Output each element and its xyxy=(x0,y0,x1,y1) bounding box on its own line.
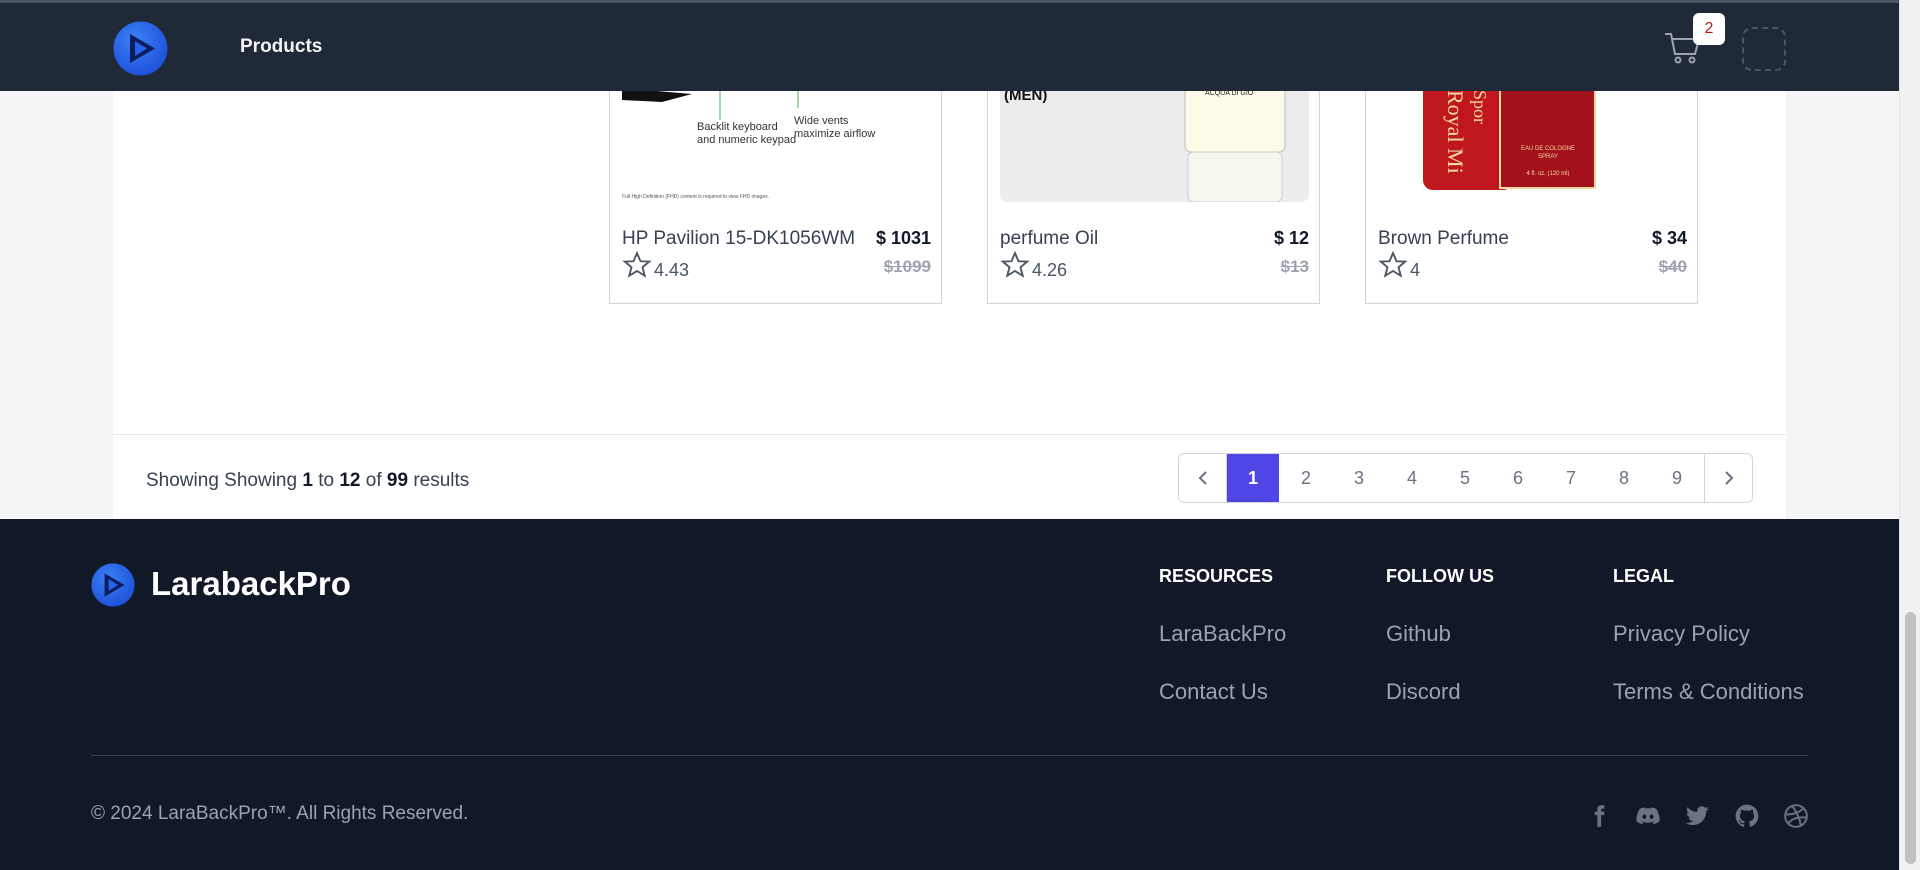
footer-heading: RESOURCES xyxy=(1159,566,1274,586)
scrollbar-thumb[interactable] xyxy=(1905,612,1916,864)
page-button-7[interactable]: 7 xyxy=(1545,454,1598,502)
image-caption: maximize airflow xyxy=(794,128,875,140)
page-scrollbar[interactable] xyxy=(1899,0,1920,870)
product-price: $ 1031 xyxy=(875,228,931,248)
footer-link-larabackpro[interactable]: LaraBackPro xyxy=(1159,621,1286,647)
product-name[interactable]: Brown Perfume xyxy=(1378,228,1509,250)
image-caption: Backlit keyboard xyxy=(697,121,778,133)
product-image: Backlit keyboard and numeric keypad Wide… xyxy=(622,80,931,202)
results-total: 99 xyxy=(386,470,409,491)
product-rating: 4.43 xyxy=(654,260,690,280)
page-button-4[interactable]: 4 xyxy=(1386,454,1439,502)
footer-link-terms[interactable]: Terms & Conditions xyxy=(1613,679,1804,705)
product-rating: 4 xyxy=(1410,260,1421,280)
image-caption: 4 fl. oz. (120 ml) xyxy=(1526,171,1569,177)
dribbble-icon[interactable] xyxy=(1783,803,1809,829)
footer-heading: FOLLOW US xyxy=(1386,566,1494,586)
star-icon xyxy=(1000,250,1030,278)
product-price: $ 12 xyxy=(1273,228,1309,248)
product-image: Royal Mi Spor EAU DE COLOGNE SPRAY 4 fl.… xyxy=(1378,80,1687,202)
page-button-3[interactable]: 3 xyxy=(1333,454,1386,502)
user-menu-button[interactable] xyxy=(1742,27,1786,71)
image-caption: Wide vents xyxy=(794,115,849,127)
product-name[interactable]: perfume Oil xyxy=(1000,228,1098,250)
footer-link-github[interactable]: Github xyxy=(1386,621,1494,647)
chevron-left-icon xyxy=(1198,471,1207,485)
image-caption: SPRAY xyxy=(1538,154,1558,160)
product-old-price: $13 xyxy=(1280,257,1309,276)
results-to-word: to xyxy=(318,470,335,491)
top-navbar: Products 2 xyxy=(0,0,1899,91)
cart-count-badge: 2 xyxy=(1693,13,1725,45)
product-card[interactable]: Backlit keyboard and numeric keypad Wide… xyxy=(609,79,942,304)
footer-heading: LEGAL xyxy=(1613,566,1674,586)
image-caption: Royal Mi xyxy=(1443,90,1468,174)
page-button-9[interactable]: 9 xyxy=(1651,454,1704,502)
copyright-text: © 2024 LaraBackPro™. All Rights Reserved… xyxy=(91,803,469,824)
image-caption: EAU DE COLOGNE xyxy=(1521,146,1575,152)
discord-icon[interactable] xyxy=(1635,803,1661,829)
product-card[interactable]: Royal Mi Spor EAU DE COLOGNE SPRAY 4 fl.… xyxy=(1365,79,1698,304)
product-rating: 4.26 xyxy=(1032,260,1068,280)
product-old-price: $40 xyxy=(1658,257,1687,276)
footer-logo-icon[interactable] xyxy=(91,563,135,607)
page-button-1[interactable]: 1 xyxy=(1227,454,1280,502)
results-summary: Showing Showing 1 to 12 of 99 results xyxy=(146,470,469,492)
footer-column-legal: LEGAL Privacy Policy Terms & Conditions xyxy=(1613,566,1804,705)
image-fine-print: Full High Definition (FHD) content is re… xyxy=(622,194,769,200)
footer-column-resources: RESOURCES LaraBackPro Contact Us xyxy=(1159,566,1286,705)
image-caption: Spor xyxy=(1470,90,1490,124)
page-button-6[interactable]: 6 xyxy=(1492,454,1545,502)
product-card[interactable]: (MEN) ACQUA DI GIO perfume Oil $ 12 $13 … xyxy=(987,79,1320,304)
footer-divider xyxy=(91,755,1808,756)
product-old-price: $1099 xyxy=(883,257,931,276)
github-icon[interactable] xyxy=(1734,803,1760,829)
footer-column-follow-us: FOLLOW US Github Discord xyxy=(1386,566,1494,705)
results-of-word: of xyxy=(365,470,382,491)
product-image: (MEN) ACQUA DI GIO xyxy=(1000,80,1309,202)
star-icon xyxy=(1378,250,1408,278)
image-caption: and numeric keypad xyxy=(697,134,796,146)
results-prefix: Showing Showing xyxy=(146,470,298,491)
nav-link-products[interactable]: Products xyxy=(240,36,322,58)
products-panel: Backlit keyboard and numeric keypad Wide… xyxy=(113,79,1786,519)
next-page-button[interactable] xyxy=(1704,454,1752,502)
pagination-bar: Showing Showing 1 to 12 of 99 results 1 … xyxy=(113,434,1786,519)
page-button-5[interactable]: 5 xyxy=(1439,454,1492,502)
twitter-icon[interactable] xyxy=(1684,803,1710,829)
page-button-2[interactable]: 2 xyxy=(1280,454,1333,502)
product-name[interactable]: HP Pavilion 15-DK1056WM xyxy=(622,228,855,250)
site-footer: LarabackPro RESOURCES LaraBackPro Contac… xyxy=(0,519,1899,870)
previous-page-button[interactable] xyxy=(1179,454,1227,502)
chevron-right-icon xyxy=(1724,471,1733,485)
footer-link-contact-us[interactable]: Contact Us xyxy=(1159,679,1286,705)
image-caption: ACQUA DI GIO xyxy=(1205,90,1254,97)
pagination-controls: 1 2 3 4 5 6 7 8 9 xyxy=(1178,453,1753,503)
results-word: results xyxy=(413,470,470,491)
footer-link-privacy-policy[interactable]: Privacy Policy xyxy=(1613,621,1804,647)
brand-logo-icon[interactable] xyxy=(113,21,168,76)
footer-brand[interactable]: LarabackPro xyxy=(151,565,351,603)
results-to: 12 xyxy=(339,470,361,491)
star-icon xyxy=(622,250,652,278)
product-price: $ 34 xyxy=(1651,228,1687,248)
page-button-8[interactable]: 8 xyxy=(1598,454,1651,502)
footer-link-discord[interactable]: Discord xyxy=(1386,679,1494,705)
facebook-icon[interactable] xyxy=(1586,803,1612,829)
results-from: 1 xyxy=(302,470,313,491)
